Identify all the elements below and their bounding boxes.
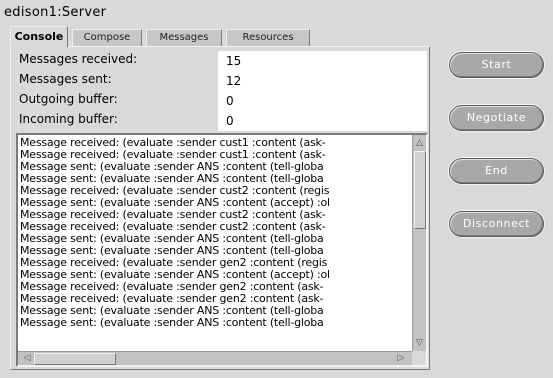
log-line: Message received: (evaluate :sender cust… bbox=[20, 209, 326, 221]
tab-resources[interactable]: Resources bbox=[226, 29, 310, 46]
end-button[interactable]: End bbox=[449, 158, 544, 184]
log-line: Message sent: (evaluate :sender ANS :con… bbox=[20, 305, 324, 317]
log-line: Message sent: (evaluate :sender ANS :con… bbox=[20, 161, 324, 173]
messages-sent-value: 12 bbox=[218, 71, 427, 91]
start-button[interactable]: Start bbox=[449, 52, 544, 78]
scrollbar-corner bbox=[412, 351, 426, 365]
outgoing-buffer-label: Outgoing buffer: bbox=[19, 92, 118, 106]
tab-messages[interactable]: Messages bbox=[146, 29, 222, 46]
incoming-buffer-value: 0 bbox=[218, 111, 427, 131]
messages-sent-label: Messages sent: bbox=[19, 72, 112, 86]
log-line: Message sent: (evaluate :sender ANS :con… bbox=[20, 233, 324, 245]
vertical-scrollbar[interactable]: △ ▽ bbox=[412, 135, 426, 351]
messages-received-value: 15 bbox=[218, 51, 427, 71]
scroll-down-arrow-icon[interactable]: ▽ bbox=[413, 337, 426, 349]
log-line: Message received: (evaluate :sender gen2… bbox=[20, 281, 324, 293]
tab-compose[interactable]: Compose bbox=[72, 29, 142, 46]
message-log-text: Message received: (evaluate :sender cust… bbox=[20, 137, 412, 351]
incoming-buffer-label: Incoming buffer: bbox=[19, 112, 118, 126]
scroll-right-arrow-icon[interactable]: ▷ bbox=[395, 352, 407, 364]
disconnect-button[interactable]: Disconnect bbox=[449, 211, 544, 237]
log-line: Message received: (evaluate :sender cust… bbox=[20, 137, 326, 149]
tab-console[interactable]: Console bbox=[10, 26, 68, 47]
log-line: Message received: (evaluate :sender cust… bbox=[20, 149, 326, 161]
scroll-left-arrow-icon[interactable]: ◁ bbox=[21, 352, 33, 364]
log-line: Message sent: (evaluate :sender ANS :con… bbox=[20, 317, 324, 329]
scroll-up-arrow-icon[interactable]: △ bbox=[413, 137, 426, 149]
log-line: Message sent: (evaluate :sender ANS :con… bbox=[20, 173, 324, 185]
log-line: Message sent: (evaluate :sender ANS :con… bbox=[20, 269, 330, 281]
log-line: Message received: (evaluate :sender gen2… bbox=[20, 293, 324, 305]
log-line: Message received: (evaluate :sender cust… bbox=[20, 185, 330, 197]
messages-received-label: Messages received: bbox=[19, 52, 138, 66]
log-line: Message received: (evaluate :sender gen2… bbox=[20, 257, 328, 269]
horizontal-scroll-thumb[interactable] bbox=[34, 353, 116, 365]
log-line: Message sent: (evaluate :sender ANS :con… bbox=[20, 197, 330, 209]
log-line: Message received: (evaluate :sender cust… bbox=[20, 221, 326, 233]
horizontal-scrollbar[interactable]: ◁ ▷ bbox=[18, 351, 412, 365]
outgoing-buffer-value: 0 bbox=[218, 91, 427, 111]
negotiate-button[interactable]: Negotiate bbox=[449, 105, 544, 131]
message-log[interactable]: Message received: (evaluate :sender cust… bbox=[16, 133, 428, 367]
window-title: edison1:Server bbox=[4, 5, 107, 20]
log-line: Message sent: (evaluate :sender ANS :con… bbox=[20, 245, 324, 257]
vertical-scroll-thumb[interactable] bbox=[414, 151, 426, 229]
